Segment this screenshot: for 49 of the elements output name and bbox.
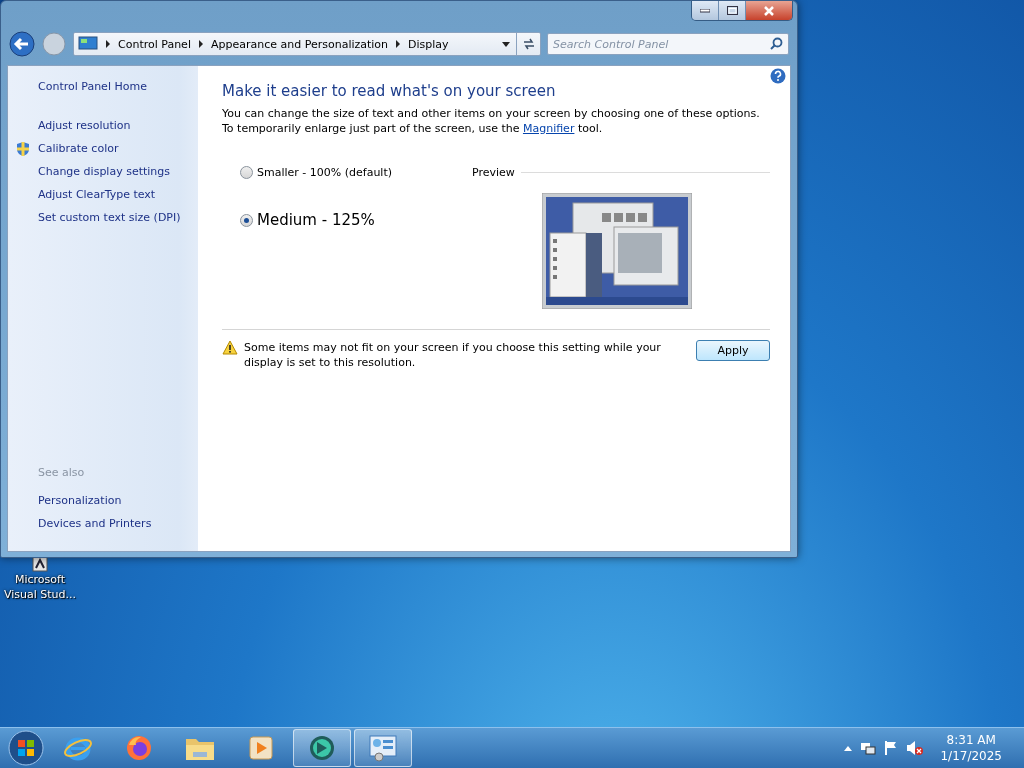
description-text: You can change the size of text and other items on your screen by choosing one of these options. To temporarily enlarge just part of the screen, use the Magnifier tool.	[222, 106, 761, 136]
round-app-icon	[307, 733, 337, 763]
search-icon[interactable]	[770, 37, 783, 50]
sidebar-link[interactable]: Change display settings	[38, 165, 171, 178]
dropdown-arrow-icon[interactable]	[502, 41, 510, 47]
show-hidden-icons-arrow-icon[interactable]	[844, 745, 853, 751]
shield-icon	[15, 140, 31, 157]
page-title: Make it easier to read what's on your screen	[222, 82, 557, 100]
sidebar-link[interactable]: Calibrate color	[38, 142, 119, 155]
warning-text: Some items may not fit on your screen if you choose this setting while your display is set to this resolution.	[244, 340, 662, 370]
muted-speaker-icon[interactable]	[906, 740, 925, 756]
network-icon[interactable]	[860, 740, 877, 756]
media-player-icon	[248, 735, 274, 761]
sidebar-link[interactable]: Personalization	[38, 489, 198, 512]
sidebar-link[interactable]: Control Panel Home	[38, 80, 198, 93]
maximize-icon	[726, 6, 738, 15]
breadcrumb[interactable]: Display	[408, 37, 457, 51]
flag-icon[interactable]	[884, 740, 899, 756]
see-also-heading: See also	[38, 466, 86, 481]
taskbar-button[interactable]	[354, 729, 412, 767]
fox-globe-icon	[124, 733, 154, 763]
close-button[interactable]	[746, 1, 792, 20]
breadcrumb[interactable]: Control Panel	[118, 37, 199, 51]
clock-date[interactable]: 1/17/2025	[940, 748, 1002, 764]
clock-time[interactable]: 8:31 AM	[946, 732, 996, 748]
preview-label: Preview	[472, 166, 515, 179]
sidebar-link[interactable]: Set custom text size (DPI)	[38, 211, 181, 224]
warning-icon	[222, 340, 238, 355]
minimize-icon	[700, 8, 710, 13]
radio-option[interactable]: Smaller - 100% (default)	[240, 166, 472, 179]
radio-option[interactable]: Medium - 125%	[240, 211, 472, 229]
maximize-button[interactable]	[719, 1, 746, 20]
apply-button[interactable]: Apply	[696, 340, 770, 361]
close-icon	[763, 5, 775, 16]
taskbar-button[interactable]	[293, 729, 351, 767]
sidebar-link[interactable]: Adjust ClearType text	[38, 188, 156, 201]
desktop-icon-label[interactable]: Microsoft Visual Stud...	[0, 572, 80, 602]
breadcrumb[interactable]: Appearance and Personalization	[210, 37, 397, 51]
monitor-icon	[78, 36, 100, 52]
start-button[interactable]	[6, 729, 46, 767]
address-bar[interactable]: Control Panel Appearance and Personalization Display	[73, 32, 541, 56]
control-panel-icon	[368, 733, 398, 763]
search-field[interactable]: Search Control Panel	[547, 33, 789, 55]
sidebar-link[interactable]: Adjust resolution	[38, 119, 131, 132]
magnifier-link[interactable]: Magnifier	[522, 122, 575, 135]
help-icon[interactable]	[770, 68, 786, 84]
sidebar-link[interactable]: Devices and Printers	[38, 512, 198, 535]
refresh-icon	[521, 38, 536, 50]
back-button[interactable]	[9, 31, 35, 57]
